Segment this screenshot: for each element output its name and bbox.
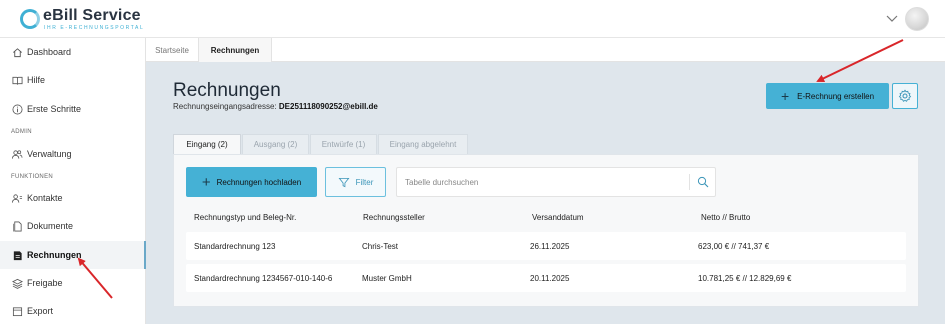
create-e-invoice-button[interactable]: + E-Rechnung erstellen: [766, 83, 889, 109]
table-row[interactable]: Standardrechnung 1234567-010-140-6 Muste…: [186, 264, 906, 292]
section-label-admin: ADMIN: [11, 129, 32, 135]
create-e-invoice-label: E-Rechnung erstellen: [797, 91, 875, 101]
sidebar-item-kontakte[interactable]: Kontakte: [0, 184, 146, 212]
layers-icon: [11, 277, 23, 289]
filter-label: Filter: [355, 177, 374, 187]
gear-icon: [898, 89, 912, 102]
cell-issuer: Muster GmbH: [362, 274, 412, 283]
cell-type: Standardrechnung 123: [194, 242, 276, 251]
sidebar-item-label: Erste Schritte: [27, 104, 82, 114]
address-line: Rechnungseingangsadresse: DE251118090252…: [173, 102, 378, 111]
cell-date: 26.11.2025: [530, 242, 570, 251]
sidebar-item-freigabe[interactable]: Freigabe: [0, 269, 146, 297]
search-input[interactable]: [405, 168, 685, 196]
info-icon: [11, 103, 23, 115]
home-icon: [11, 46, 23, 58]
search-divider: [689, 174, 690, 190]
main-content: Rechnungen Rechnungseingangsadresse: DE2…: [146, 62, 945, 324]
subtab-eingang-abgelehnt[interactable]: Eingang abgelehnt: [378, 134, 468, 154]
upload-invoices-label: Rechnungen hochladen: [216, 177, 302, 187]
column-header-date[interactable]: Versanddatum: [532, 213, 584, 222]
plus-icon: +: [780, 88, 790, 104]
sidebar-item-export[interactable]: Export: [0, 297, 146, 324]
avatar[interactable]: [905, 7, 929, 31]
invoice-icon: [11, 249, 23, 261]
sidebar-item-label: Export: [27, 306, 54, 316]
subtab-ausgang[interactable]: Ausgang (2): [242, 134, 309, 154]
sidebar-item-verwaltung[interactable]: Verwaltung: [0, 140, 146, 168]
sidebar-item-hilfe[interactable]: Hilfe: [0, 66, 146, 94]
top-header: eBill Service IHR E-RECHNUNGSPORTAL: [0, 0, 945, 38]
settings-button[interactable]: [892, 83, 918, 109]
document-icon: [11, 220, 23, 232]
upload-invoices-button[interactable]: + Rechnungen hochladen: [186, 167, 317, 197]
subtab-eingang[interactable]: Eingang (2): [173, 134, 241, 154]
logo-mark-icon: [20, 9, 40, 29]
tab-bar: Startseite Rechnungen: [146, 38, 945, 62]
book-icon: [11, 74, 23, 86]
sidebar-item-label: Dashboard: [27, 47, 72, 57]
sidebar-item-label: Hilfe: [27, 75, 46, 85]
sidebar-item-dokumente[interactable]: Dokumente: [0, 212, 146, 240]
sidebar-item-label: Kontakte: [27, 193, 63, 203]
logo-text: eBill Service IHR E-RECHNUNGSPORTAL: [43, 7, 144, 31]
invoice-panel: + Rechnungen hochladen Filter Rechnungst…: [173, 154, 919, 307]
address-label: Rechnungseingangsadresse:: [173, 102, 277, 111]
sidebar-item-rechnungen[interactable]: Rechnungen: [0, 241, 146, 269]
sidebar-item-erste-schritte[interactable]: Erste Schritte: [0, 95, 146, 123]
subtab-entwuerfe[interactable]: Entwürfe (1): [310, 134, 377, 154]
filter-button[interactable]: Filter: [325, 167, 386, 197]
table-search: [396, 167, 716, 197]
export-icon: [11, 305, 23, 317]
tab-rechnungen[interactable]: Rechnungen: [198, 38, 272, 62]
sidebar-item-label: Verwaltung: [27, 149, 72, 159]
address-value: DE251118090252@ebill.de: [278, 102, 378, 111]
column-header-issuer[interactable]: Rechnungssteller: [363, 213, 425, 222]
chevron-down-icon[interactable]: [886, 12, 898, 24]
cell-type: Standardrechnung 1234567-010-140-6: [194, 274, 333, 283]
logo[interactable]: eBill Service IHR E-RECHNUNGSPORTAL: [20, 7, 144, 31]
search-icon[interactable]: [697, 176, 709, 188]
plus-icon: +: [201, 173, 211, 191]
logo-title: eBill Service: [43, 7, 141, 24]
filter-icon: [338, 177, 350, 187]
sidebar-item-label: Freigabe: [27, 278, 63, 288]
column-header-amount[interactable]: Netto // Brutto: [701, 213, 750, 222]
table-row[interactable]: Standardrechnung 123 Chris-Test 26.11.20…: [186, 232, 906, 260]
section-label-funktionen: FUNKTIONEN: [11, 174, 53, 180]
cell-date: 20.11.2025: [530, 274, 570, 283]
sidebar: Dashboard Hilfe Erste Schritte ADMIN Ver…: [0, 38, 146, 324]
cell-amount: 623,00 € // 741,37 €: [698, 242, 770, 251]
cell-amount: 10.781,25 € // 12.829,69 €: [698, 274, 792, 283]
tab-startseite[interactable]: Startseite: [146, 38, 198, 62]
cell-issuer: Chris-Test: [362, 242, 399, 251]
users-icon: [11, 148, 23, 160]
sidebar-item-dashboard[interactable]: Dashboard: [0, 38, 146, 66]
contacts-icon: [11, 192, 23, 204]
app-window: eBill Service IHR E-RECHNUNGSPORTAL Dash…: [0, 0, 945, 324]
sidebar-item-label: Rechnungen: [27, 250, 82, 260]
logo-subtitle: IHR E-RECHNUNGSPORTAL: [44, 25, 145, 31]
column-header-type[interactable]: Rechnungstyp und Beleg-Nr.: [194, 213, 296, 222]
page-title: Rechnungen: [173, 80, 281, 101]
sidebar-item-label: Dokumente: [27, 221, 74, 231]
